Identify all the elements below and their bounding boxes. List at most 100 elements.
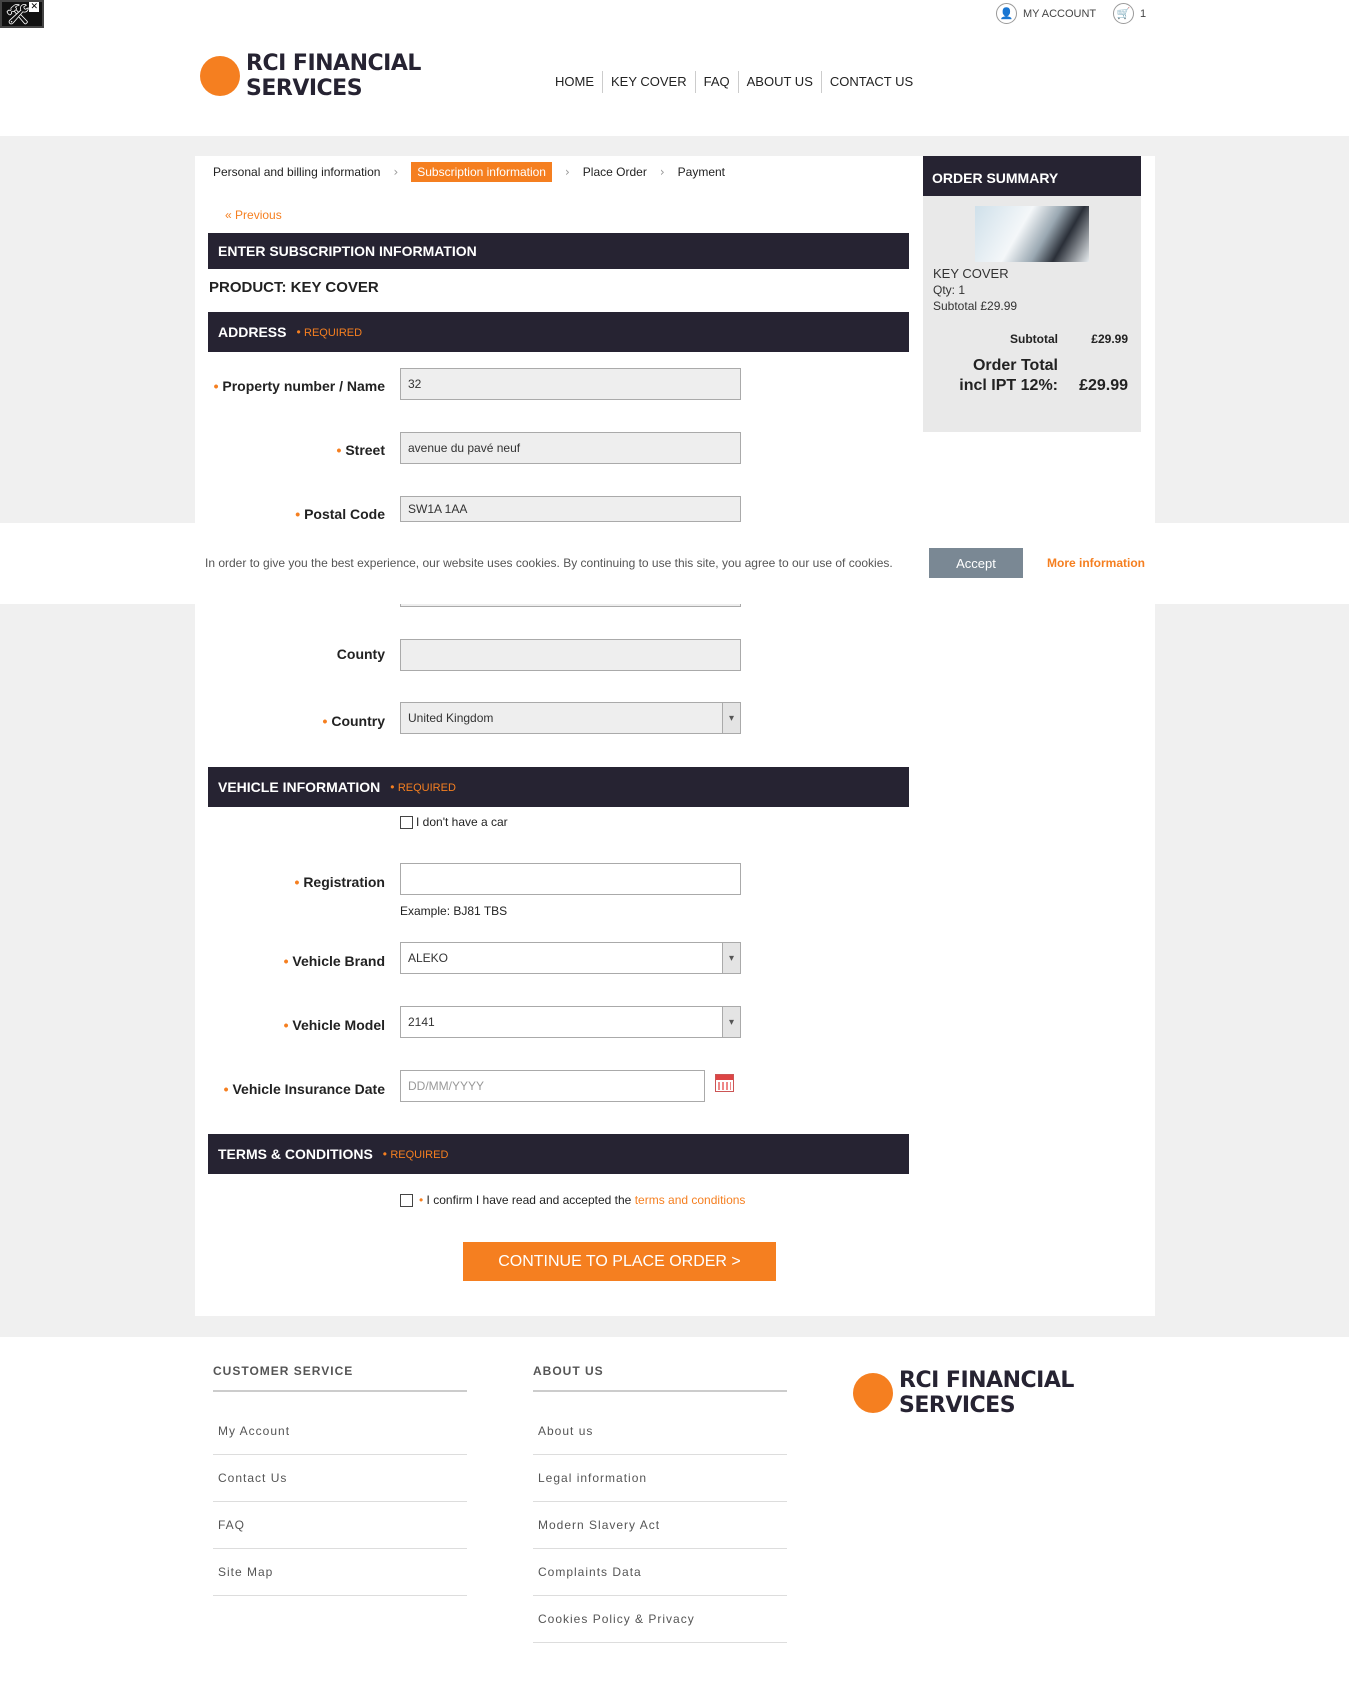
street-label-text: Street — [345, 442, 385, 458]
more-information-link[interactable]: More information — [1047, 556, 1145, 570]
logo-circle — [853, 1373, 893, 1413]
footer-brand-logo: RCI FINANCIAL SERVICES — [853, 1368, 1074, 1418]
step-payment[interactable]: Payment — [678, 165, 725, 179]
postal-code-input[interactable]: SW1A 1AA — [400, 496, 741, 522]
terms-header: TERMS & CONDITIONS REQUIRED — [208, 1134, 909, 1174]
vehicle-model-label-text: Vehicle Model — [292, 1017, 385, 1033]
double-chevron-left-icon: « — [225, 208, 236, 222]
postal-code-value: SW1A 1AA — [408, 502, 468, 516]
chevron-right-icon: › — [393, 165, 399, 179]
no-car-label: I don't have a car — [416, 815, 508, 829]
nav-key-cover[interactable]: KEY COVER — [602, 71, 695, 93]
vehicle-brand-select[interactable]: ALEKO ▾ — [400, 942, 741, 974]
footer-link-faq[interactable]: FAQ — [213, 1502, 467, 1549]
vehicle-header: VEHICLE INFORMATION REQUIRED — [208, 767, 909, 807]
order-summary: ORDER SUMMARY KEY COVER Qty: 1 Subtotal … — [923, 156, 1141, 432]
footer-link-complaints[interactable]: Complaints Data — [533, 1549, 787, 1596]
postal-code-label-text: Postal Code — [304, 506, 385, 522]
postal-code-label: Postal Code — [185, 506, 385, 522]
my-account-link[interactable]: 👤 MY ACCOUNT — [996, 3, 1096, 24]
step-subscription[interactable]: Subscription information — [411, 162, 552, 182]
property-label-text: Property number / Name — [222, 378, 385, 394]
insurance-date-label-text: Vehicle Insurance Date — [232, 1081, 385, 1097]
form-title-bar: ENTER SUBSCRIPTION INFORMATION — [208, 233, 909, 269]
country-value: United Kingdom — [408, 711, 494, 725]
insurance-date-input[interactable]: DD/MM/YYYY — [400, 1070, 705, 1102]
registration-input[interactable] — [400, 863, 741, 895]
brand-logo[interactable]: RCI FINANCIAL SERVICES — [200, 51, 421, 101]
terms-link[interactable]: terms and conditions — [635, 1193, 746, 1207]
my-account-label: MY ACCOUNT — [1023, 7, 1097, 20]
tools-icon[interactable]: 🛠 ✕ — [0, 0, 44, 28]
property-label: Property number / Name — [185, 378, 385, 394]
order-summary-title: ORDER SUMMARY — [923, 156, 1141, 196]
close-icon[interactable]: ✕ — [29, 2, 39, 12]
nav-contact-us[interactable]: CONTACT US — [820, 71, 921, 93]
logo-line-1: RCI FINANCIAL — [899, 1368, 1074, 1393]
footer-about-us-list: About us Legal information Modern Slaver… — [533, 1390, 787, 1643]
summary-subtotal-label: Subtotal — [1010, 332, 1058, 346]
footer-link-my-account[interactable]: My Account — [213, 1392, 467, 1455]
footer-link-cookies-policy[interactable]: Cookies Policy & Privacy — [533, 1596, 787, 1643]
street-value: avenue du pavé neuf — [408, 441, 521, 455]
chevron-right-icon: › — [564, 165, 570, 179]
insurance-date-label: Vehicle Insurance Date — [185, 1081, 385, 1097]
chevron-down-icon: ▾ — [722, 943, 740, 973]
cookie-text: In order to give you the best experience… — [205, 556, 893, 570]
registration-label-text: Registration — [303, 874, 385, 890]
footer-link-about-us[interactable]: About us — [533, 1392, 787, 1455]
calendar-icon[interactable] — [715, 1074, 734, 1092]
street-label: Street — [185, 442, 385, 458]
vehicle-model-label: Vehicle Model — [185, 1017, 385, 1033]
nav-about-us[interactable]: ABOUT US — [737, 71, 821, 93]
logo-circle — [200, 56, 240, 96]
chevron-down-icon: ▾ — [722, 703, 740, 733]
county-label: County — [336, 646, 385, 662]
county-input[interactable] — [400, 639, 741, 671]
required-tag: REQUIRED — [383, 1147, 448, 1161]
nav-home[interactable]: HOME — [547, 71, 602, 93]
footer-link-legal[interactable]: Legal information — [533, 1455, 787, 1502]
step-place-order[interactable]: Place Order — [583, 165, 647, 179]
terms-text: I confirm I have read and accepted the — [426, 1193, 632, 1207]
footer-link-site-map[interactable]: Site Map — [213, 1549, 467, 1596]
summary-qty: Qty: 1 — [933, 283, 966, 297]
address-title: ADDRESS — [218, 324, 287, 340]
chevron-down-icon: ▾ — [722, 1007, 740, 1037]
continue-button[interactable]: CONTINUE TO PLACE ORDER > — [463, 1242, 776, 1281]
required-tag: REQUIRED — [390, 780, 456, 794]
no-car-checkbox[interactable] — [400, 815, 413, 829]
logo-line-1: RCI FINANCIAL — [246, 51, 421, 76]
footer-customer-service-title: CUSTOMER SERVICE — [213, 1364, 354, 1378]
summary-subtotal-value: £29.99 — [1091, 332, 1128, 346]
vehicle-brand-label-text: Vehicle Brand — [292, 953, 385, 969]
previous-label: Previous — [235, 208, 282, 222]
product-image — [975, 206, 1089, 262]
country-select[interactable]: United Kingdom ▾ — [400, 702, 741, 734]
property-value: 32 — [408, 377, 422, 391]
property-input[interactable]: 32 — [400, 368, 741, 400]
summary-line-subtotal: Subtotal £29.99 — [933, 299, 1018, 313]
cart-icon: 🛒 — [1113, 3, 1134, 24]
step-personal[interactable]: Personal and billing information — [213, 165, 380, 179]
vehicle-model-select[interactable]: 2141 ▾ — [400, 1006, 741, 1038]
required-dot: • — [419, 1193, 424, 1207]
insurance-date-placeholder: DD/MM/YYYY — [408, 1079, 485, 1093]
previous-link[interactable]: « Previous — [225, 208, 282, 222]
required-tag: REQUIRED — [296, 325, 362, 339]
cart-link[interactable]: 🛒 1 — [1113, 3, 1146, 24]
no-car-option[interactable]: I don't have a car — [400, 815, 508, 829]
registration-label: Registration — [185, 874, 385, 890]
vehicle-title: VEHICLE INFORMATION — [218, 779, 381, 795]
nav-faq[interactable]: FAQ — [694, 71, 738, 93]
summary-total-value: £29.99 — [1079, 377, 1128, 394]
footer-link-modern-slavery[interactable]: Modern Slavery Act — [533, 1502, 787, 1549]
registration-example: Example: BJ81 TBS — [400, 904, 508, 918]
footer-link-contact-us[interactable]: Contact Us — [213, 1455, 467, 1502]
street-input[interactable]: avenue du pavé neuf — [400, 432, 741, 464]
vehicle-brand-value: ALEKO — [408, 951, 449, 965]
summary-total-label-2: incl IPT 12%: — [959, 377, 1058, 394]
accept-cookies-button[interactable]: Accept — [929, 548, 1023, 578]
terms-option[interactable]: • I confirm I have read and accepted the… — [400, 1193, 745, 1207]
terms-checkbox[interactable] — [400, 1193, 413, 1207]
